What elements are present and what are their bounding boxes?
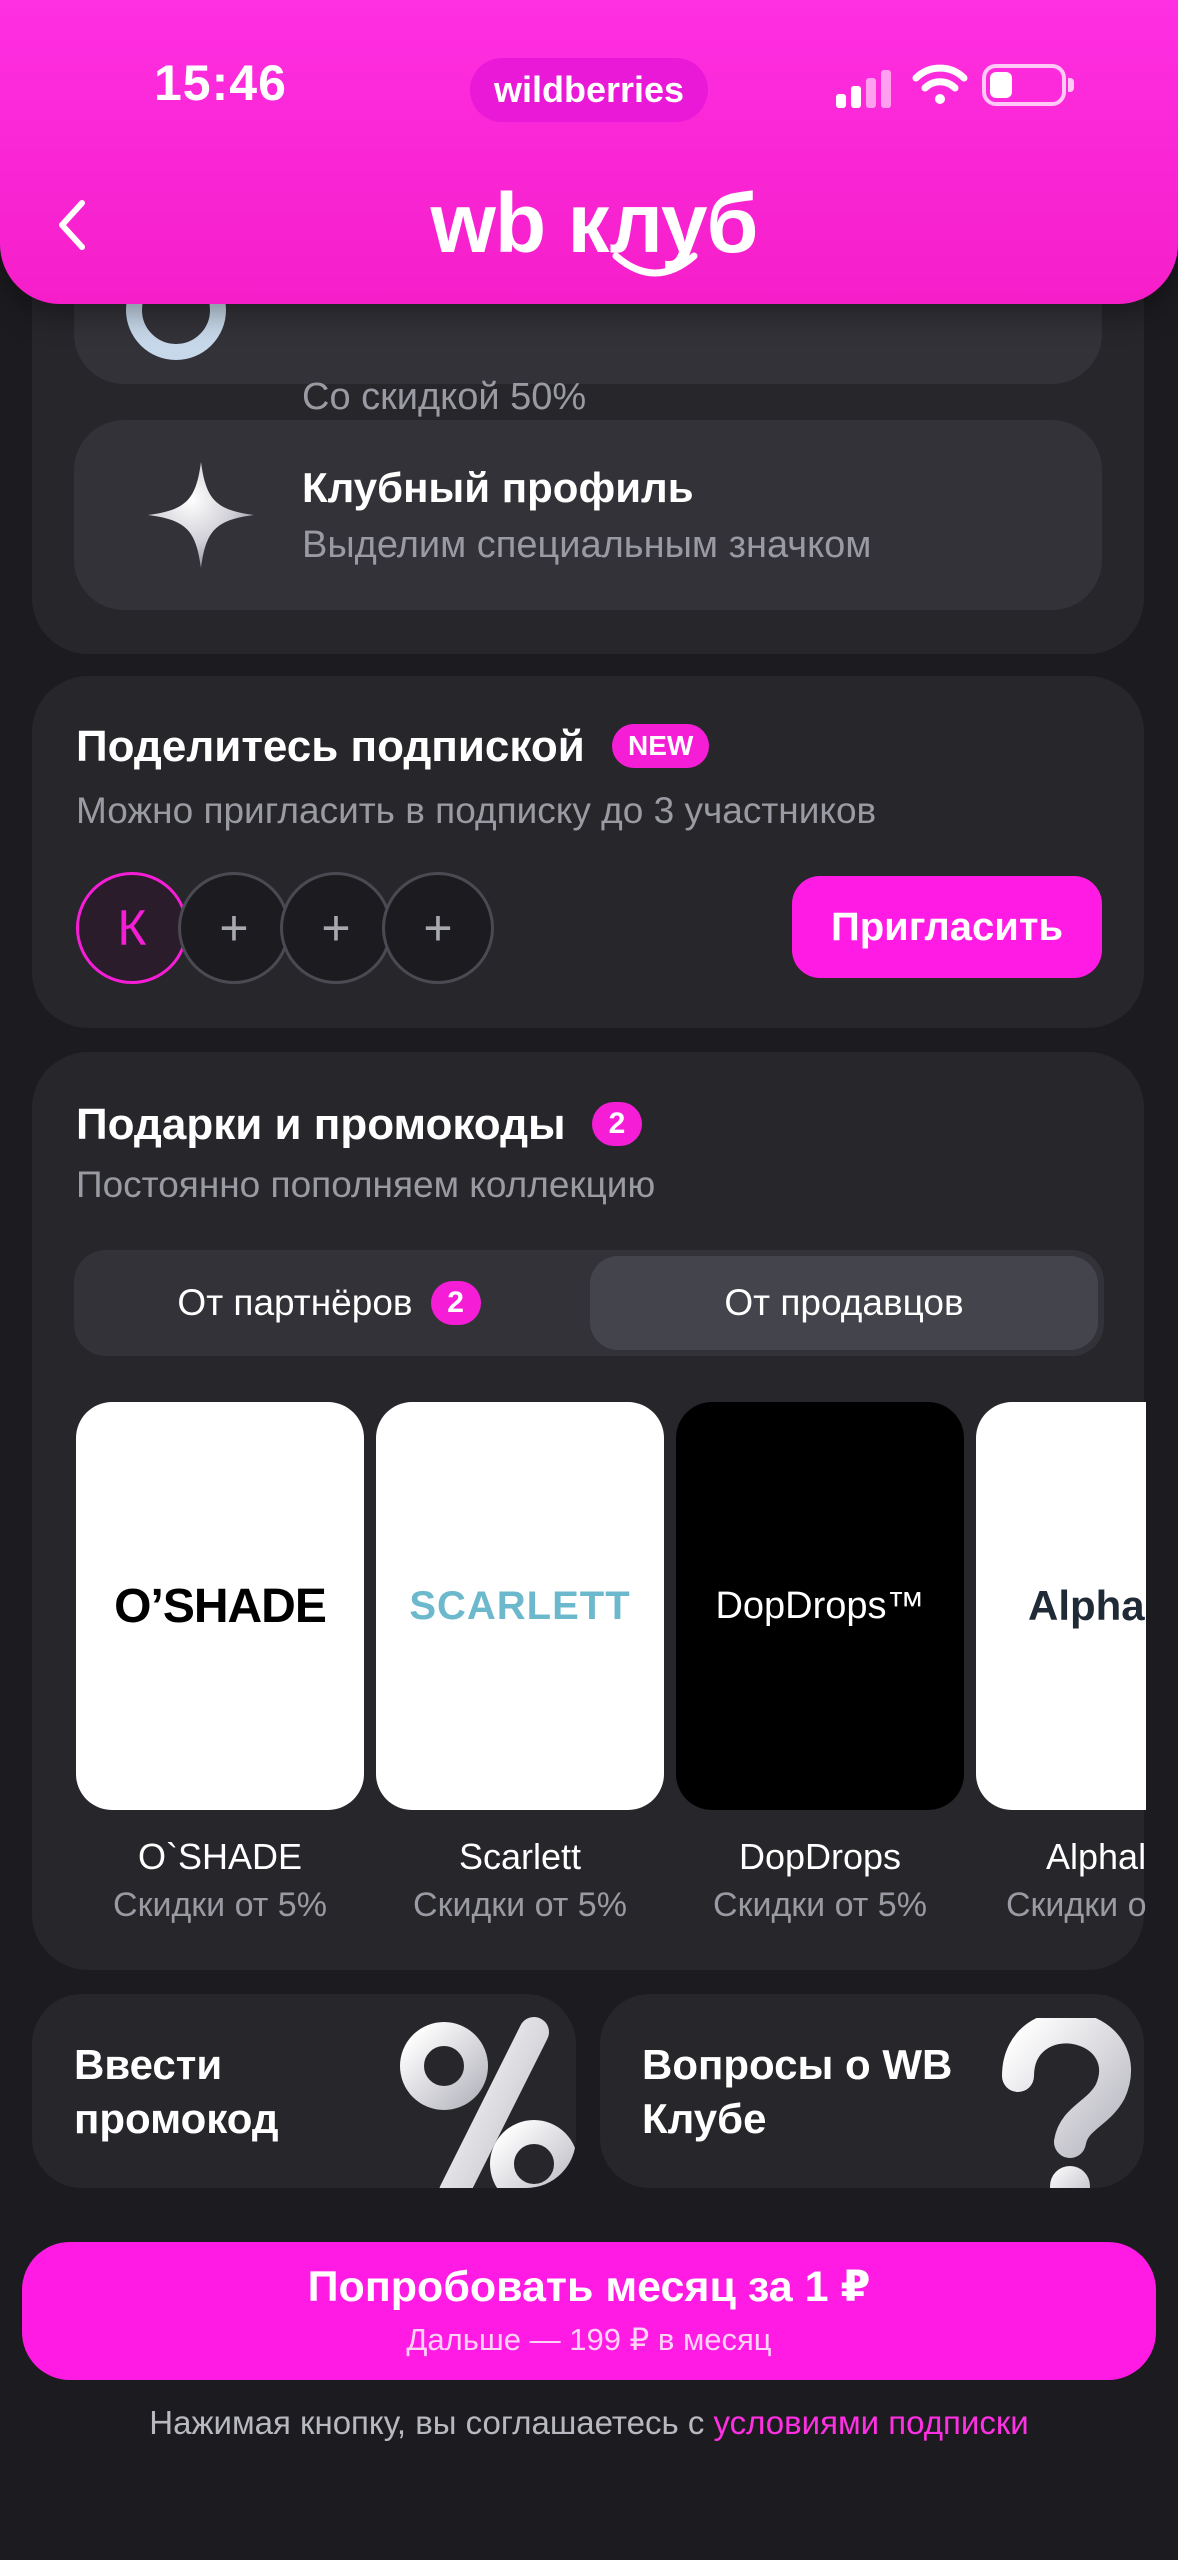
new-badge: NEW: [612, 724, 710, 768]
tab-partners[interactable]: От партнёров 2: [74, 1250, 584, 1356]
brand-discount: Скидки от 5%: [413, 1886, 627, 1924]
status-app-pill: wildberries: [470, 58, 708, 122]
sparkle-star-icon: [148, 462, 254, 568]
brand-tile-dopdrops[interactable]: DopDrops™: [676, 1402, 964, 1810]
cta-sub-label: Дальше — 199 ₽ в месяц: [406, 2322, 772, 2357]
wifi-icon: [912, 64, 968, 104]
enter-promocode-card[interactable]: Ввести промокод: [32, 1994, 576, 2188]
gifts-subtitle: Постоянно пополняем коллекцию: [76, 1164, 656, 1205]
tab-label: От продавцов: [724, 1282, 964, 1323]
benefit-title: Клубный профиль: [302, 464, 694, 511]
tab-sellers[interactable]: От продавцов: [590, 1256, 1098, 1350]
brand-name: Alphal: [1046, 1836, 1146, 1877]
question-mark-3d-icon: [1002, 2018, 1131, 2188]
cellular-signal-icon: [836, 68, 896, 108]
wb-club-faq-card[interactable]: Вопросы о WB Клубе: [600, 1994, 1144, 2188]
brand-name: O`SHADE: [137, 1836, 303, 1877]
wb-club-logo: wb клуб: [430, 175, 759, 270]
brand-discount: Скидки от 5%: [1006, 1886, 1146, 1924]
terms-notice: Нажимая кнопку, вы соглашаетесь с услови…: [0, 2404, 1178, 2442]
gifts-tab-switcher: От партнёров 2 От продавцов: [74, 1250, 1104, 1356]
brand-logo-text: DopDrops™: [715, 1584, 925, 1627]
add-member-slot[interactable]: +: [382, 872, 494, 984]
terms-link[interactable]: условиями подписки: [714, 2404, 1029, 2441]
brand-tile-alpha[interactable]: Alpha: [976, 1402, 1146, 1810]
enter-promocode-label: Ввести промокод: [74, 2041, 279, 2142]
logo-smile-icon: [612, 252, 698, 277]
brand-tile-oshade[interactable]: O’SHADE: [76, 1402, 364, 1810]
share-subtitle: Можно пригласить в подписку до 3 участни…: [76, 790, 877, 831]
wb-club-faq-label: Вопросы о WB Клубе: [642, 2041, 953, 2142]
terms-prefix: Нажимая кнопку, вы соглашаетесь с: [149, 2404, 714, 2441]
ring-icon: [126, 300, 236, 384]
brand-name: DopDrops: [738, 1836, 902, 1877]
tab-count-badge: 2: [430, 1281, 481, 1325]
try-month-button[interactable]: Попробовать месяц за 1 ₽ Дальше — 199 ₽ …: [22, 2242, 1156, 2380]
brand-logo-text: O’SHADE: [114, 1579, 327, 1633]
gifts-count-badge: 2: [592, 1102, 642, 1146]
brand-carousel[interactable]: O’SHADE O`SHADE Скидки от 5% SCARLETT Sc…: [0, 1380, 1146, 1940]
share-title: Поделитесь подпиской: [76, 722, 585, 771]
invite-button[interactable]: Пригласить: [792, 876, 1102, 978]
brand-logo-text: SCARLETT: [409, 1583, 631, 1628]
tab-label: От партнёров: [177, 1282, 413, 1323]
chevron-left-icon: [59, 200, 85, 250]
gifts-title: Подарки и промокоды: [76, 1100, 566, 1149]
member-avatar[interactable]: К: [76, 872, 188, 984]
brand-name: Scarlett: [458, 1836, 582, 1877]
header-bar: 15:46 wildberries wb клуб: [0, 0, 1178, 304]
brand-logo-text: Alpha: [1028, 1582, 1145, 1629]
status-time: 15:46: [154, 55, 287, 111]
brand-discount: Скидки от 5%: [713, 1886, 927, 1924]
percent-3d-icon: [400, 2017, 576, 2188]
benefit-card-profile[interactable]: Клубный профиль Выделим специальным знач…: [74, 420, 1102, 610]
battery-icon: [982, 64, 1074, 106]
benefit-subtitle: Выделим специальным значком: [302, 524, 872, 566]
add-member-slot[interactable]: +: [178, 872, 290, 984]
cta-main-label: Попробовать месяц за 1 ₽: [307, 2263, 871, 2311]
benefit-subtitle: Со скидкой 50%: [302, 376, 587, 418]
brand-tile-scarlett[interactable]: SCARLETT: [376, 1402, 664, 1810]
add-member-slot[interactable]: +: [280, 872, 392, 984]
back-button[interactable]: [46, 190, 96, 260]
brand-discount: Скидки от 5%: [113, 1886, 327, 1924]
